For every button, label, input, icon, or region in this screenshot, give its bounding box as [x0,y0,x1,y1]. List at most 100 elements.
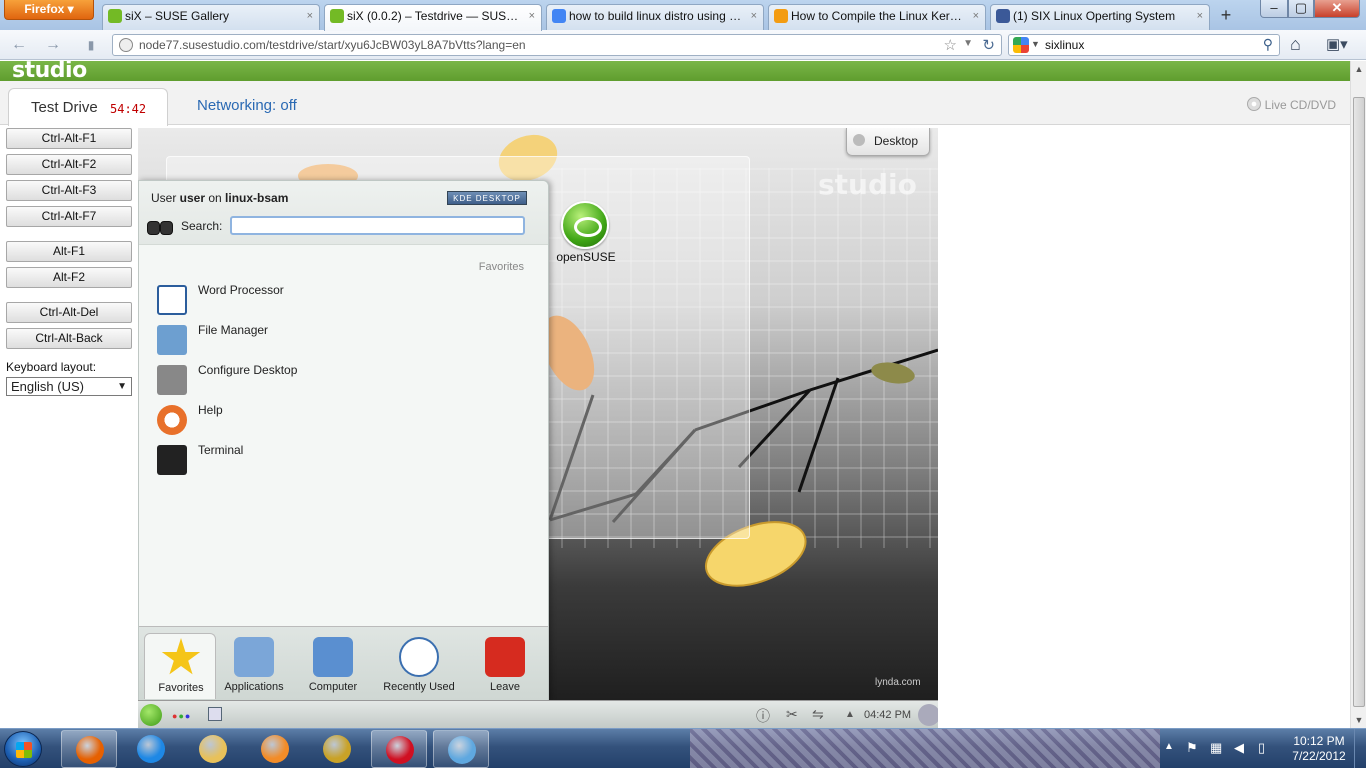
kickoff-tab-applications[interactable]: Applications [218,633,290,699]
scissors-icon[interactable]: ✂ [786,706,798,723]
search-input[interactable]: sixlinux [1045,38,1084,52]
lynda-credit: lynda.com [875,677,921,688]
media-player-taskbar-button[interactable] [247,730,303,768]
firefox-taskbar-icon [76,736,104,764]
window-minimize-button[interactable]: – [1260,0,1288,18]
tab-label: siX – SUSE Gallery [125,9,230,23]
kickoff-search-input[interactable] [230,216,525,235]
back-button[interactable]: ← [8,35,30,55]
url-bar[interactable]: node77.susestudio.com/testdrive/start/xy… [112,34,1002,56]
tray-expand-icon[interactable]: ▲ [845,709,855,720]
studio-logo[interactable]: studio [12,61,87,83]
user-name: user [179,191,206,205]
info-icon[interactable]: ⓘ [756,706,770,726]
key-button-ctrl-alt-f1[interactable]: Ctrl-Alt-F1 [6,128,132,149]
live-cd-link[interactable]: Live CD/DVD [1246,97,1336,112]
tab-test-drive[interactable]: Test Drive 54:42 [8,88,168,126]
explorer-taskbar-button[interactable] [185,730,241,768]
desktop-pager[interactable]: ●●● [172,711,191,721]
kickoff-tab-recently-used[interactable]: Recently Used [383,633,455,699]
tab-close-icon[interactable]: × [973,5,979,27]
tab-close-icon[interactable]: × [1197,5,1203,27]
scroll-up-icon[interactable]: ▲ [1351,61,1366,77]
reload-icon[interactable]: ↻ [982,36,995,54]
kickoff-search-label: Search: [181,219,223,233]
favorite-item[interactable]: Configure Desktop [157,363,527,399]
suse-favicon-icon [330,9,344,23]
network-tray-icon[interactable]: ▦ [1210,740,1222,756]
favorites-section-title: Favorites [478,261,524,273]
speaker-app-taskbar-button[interactable] [309,730,365,768]
kde-launcher-icon[interactable] [140,704,162,726]
key-button-ctrl-alt-f2[interactable]: Ctrl-Alt-F2 [6,154,132,175]
favorite-item[interactable]: Help [157,403,527,439]
scroll-down-icon[interactable]: ▼ [1351,712,1366,728]
vm-clock[interactable]: 04:42 PM [864,709,911,721]
tab-close-icon[interactable]: × [529,5,535,27]
opensuse-icon[interactable] [561,201,609,249]
bookmark-star-icon[interactable]: ☆ [944,36,957,54]
kickoff-tab-computer[interactable]: Computer [297,633,369,699]
favorite-item-label: File Manager [198,323,269,337]
favorite-item[interactable]: Terminal [157,443,527,479]
search-engine-dropdown-icon[interactable]: ▼ [1031,39,1040,49]
internet-explorer-taskbar-button[interactable] [123,730,179,768]
browser-navbar: ← → ▮ node77.susestudio.com/testdrive/st… [0,30,1366,60]
tab-close-icon[interactable]: × [751,5,757,27]
vm-screen[interactable]: studio openSUSE Desktop lynda.com User u… [138,128,938,728]
show-hidden-icons[interactable]: ▲ [1164,741,1174,752]
key-button-ctrl-alt-f7[interactable]: Ctrl-Alt-F7 [6,206,132,227]
battery-icon[interactable]: ▯ [1258,740,1265,756]
window-close-button[interactable]: ✕ [1314,0,1360,18]
desktop-toolbox-button[interactable]: Desktop [846,128,930,156]
url-history-dropdown-icon[interactable]: ▼ [963,38,973,49]
url-text[interactable]: node77.susestudio.com/testdrive/start/xy… [139,38,526,52]
browser-tab-1[interactable]: siX (0.0.2) – Testdrive — SUSE St... × [324,4,542,31]
opera-taskbar-button[interactable] [371,730,427,768]
window-maximize-button[interactable]: ▢ [1288,0,1314,18]
action-center-flag-icon[interactable]: ⚑ [1186,740,1198,756]
home-icon[interactable]: ⌂ [1290,34,1301,55]
firefox-menu-button[interactable]: Firefox ▾ [4,0,94,20]
desktop-toolbox-icon [853,134,865,146]
scrollbar-thumb[interactable] [1353,97,1365,707]
bookmarks-menu-icon[interactable]: ▣▾ [1326,35,1348,53]
forward-button[interactable]: → [42,35,64,55]
volume-icon[interactable]: ◀ [1234,740,1244,756]
tab-networking[interactable]: Networking: off [197,97,297,114]
key-button-alt-f2[interactable]: Alt-F2 [6,267,132,288]
firefox-taskbar-button[interactable] [61,730,117,768]
start-button[interactable] [4,731,42,767]
show-desktop-button[interactable] [1354,729,1366,768]
kickoff-tab-favorites[interactable]: Favorites [144,633,216,699]
google-search-engine-icon[interactable] [1013,37,1029,53]
tab-close-icon[interactable]: × [307,5,313,27]
task-manager-icon[interactable] [208,707,222,721]
search-bar[interactable]: ▼ sixlinux ⚲ [1008,34,1280,56]
search-icon[interactable]: ⚲ [1263,36,1273,53]
browser-tab-0[interactable]: siX – SUSE Gallery × [102,4,320,30]
cd-icon [1246,97,1261,111]
favorite-item[interactable]: File Manager [157,323,527,359]
panel-cashew-icon[interactable] [918,704,938,726]
browser-tab-4[interactable]: (1) SIX Linux Operting System × [990,4,1210,30]
keyboard-layout-select[interactable]: English (US) ▼ [6,377,132,396]
browser-tab-3[interactable]: How to Compile the Linux Kern... × [768,4,986,30]
paint-taskbar-button[interactable] [433,730,489,768]
network-icon[interactable]: ⇋ [812,706,824,723]
favorite-item[interactable]: Word Processor [157,283,527,319]
site-identity-icon[interactable] [119,38,133,52]
page-scrollbar[interactable]: ▲ ▼ [1350,61,1366,728]
key-button-ctrl-alt-f3[interactable]: Ctrl-Alt-F3 [6,180,132,201]
opensuse-desktop-label[interactable]: openSUSE [546,250,626,264]
key-button-ctrl-alt-del[interactable]: Ctrl-Alt-Del [6,302,132,323]
computer-icon [313,637,353,677]
system-clock[interactable]: 10:12 PM 7/22/2012 [1288,734,1350,764]
tab-label: (1) SIX Linux Operting System [1013,9,1176,23]
browser-tab-2[interactable]: how to build linux distro using li... × [546,4,764,30]
key-button-alt-f1[interactable]: Alt-F1 [6,241,132,262]
kickoff-tab-leave[interactable]: Leave [469,633,541,699]
key-button-ctrl-alt-back[interactable]: Ctrl-Alt-Back [6,328,132,349]
favorite-item-label: Help [198,403,223,417]
new-tab-button[interactable]: + [1213,5,1239,27]
